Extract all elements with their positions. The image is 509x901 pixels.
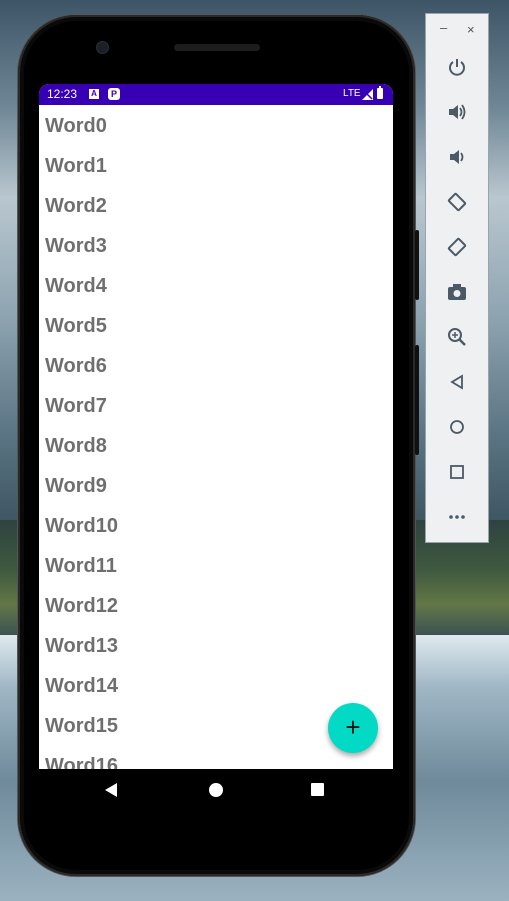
power-side-button[interactable] (415, 345, 419, 455)
add-fab-button[interactable]: + (328, 703, 378, 753)
list-item[interactable]: Word8 (39, 425, 393, 465)
list-item[interactable]: Word14 (39, 665, 393, 705)
status-bar: 12:23 A P LTE (39, 84, 393, 105)
list-item[interactable]: Word9 (39, 465, 393, 505)
panel-window-controls: – × (426, 20, 490, 38)
list-item[interactable]: Word2 (39, 185, 393, 225)
list-item[interactable]: Word0 (39, 105, 393, 145)
overview-icon[interactable] (443, 458, 471, 486)
minimize-button[interactable]: – (440, 20, 447, 35)
list-item[interactable]: Word10 (39, 505, 393, 545)
volume-rocker[interactable] (415, 230, 419, 300)
network-type: LTE (343, 88, 361, 99)
nav-back-icon[interactable] (105, 783, 117, 797)
close-button[interactable]: × (467, 22, 475, 37)
nav-recents-icon[interactable] (311, 783, 324, 796)
app-screen: 12:23 A P LTE Word0 Word1 Word2 Word3 Word4 W… (39, 84, 393, 769)
list-item[interactable]: Word5 (39, 305, 393, 345)
more-icon[interactable] (443, 503, 471, 531)
nav-home-icon[interactable] (209, 783, 223, 797)
home-icon[interactable] (443, 413, 471, 441)
volume-up-icon[interactable] (443, 98, 471, 126)
camera-icon[interactable] (443, 278, 471, 306)
notification-icon-a: A (89, 89, 99, 99)
list-item[interactable]: Word13 (39, 625, 393, 665)
signal-icon (362, 89, 373, 100)
battery-icon (377, 86, 383, 99)
list-item[interactable]: Word6 (39, 345, 393, 385)
power-icon[interactable] (443, 53, 471, 81)
list-item[interactable]: Word4 (39, 265, 393, 305)
list-item[interactable]: Word7 (39, 385, 393, 425)
front-camera (97, 42, 108, 53)
emulator-toolbar: – × (425, 13, 489, 543)
status-time: 12:23 (47, 87, 78, 101)
volume-down-icon[interactable] (443, 143, 471, 171)
list-item[interactable]: Word1 (39, 145, 393, 185)
navigation-bar (39, 769, 393, 813)
word-list[interactable]: Word0 Word1 Word2 Word3 Word4 Word5 Word6 Word7… (39, 105, 393, 769)
list-item[interactable]: Word12 (39, 585, 393, 625)
zoom-icon[interactable] (443, 323, 471, 351)
back-icon[interactable] (443, 368, 471, 396)
add-icon: + (345, 712, 361, 742)
notification-icon-b: P (108, 88, 120, 100)
list-item[interactable]: Word11 (39, 545, 393, 585)
rotate-right-icon[interactable] (443, 233, 471, 261)
earpiece-speaker (174, 44, 260, 51)
list-item[interactable]: Word3 (39, 225, 393, 265)
rotate-left-icon[interactable] (443, 188, 471, 216)
